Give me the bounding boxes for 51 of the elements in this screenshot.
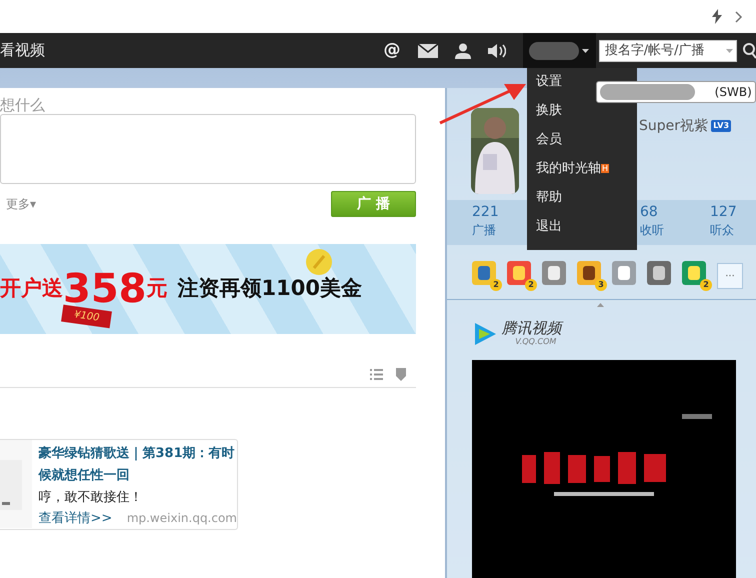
mail-icon[interactable] (418, 44, 438, 58)
menu-item[interactable]: 退出 (536, 219, 562, 234)
shield-icon[interactable] (396, 368, 406, 381)
count-badge: 2 (700, 279, 712, 291)
menu-item[interactable]: 我的时光轴 (536, 161, 601, 176)
article-summary: 哼，敢不敢接住！ (38, 489, 144, 508)
lightning-icon[interactable] (712, 9, 722, 24)
brand-domain: V.QQ.COM (514, 336, 558, 348)
article-title[interactable]: 豪华绿钻猜歌送｜第381期：有时候就想任性一回 (38, 443, 237, 488)
speaker-icon[interactable] (488, 42, 506, 58)
collapse-icon[interactable] (597, 303, 604, 307)
chevron-right-icon[interactable] (735, 10, 743, 22)
brand-name: 腾讯视频 (501, 320, 562, 336)
banner-text: 开户送 (0, 275, 63, 302)
tooltip: (SWB) (596, 81, 756, 103)
list-icon[interactable] (370, 369, 383, 380)
menu-item[interactable]: 帮助 (536, 190, 562, 205)
banner-text: 元 (146, 275, 168, 302)
coupon-tag: ¥100 (61, 304, 112, 328)
stat-label[interactable]: 收听 (640, 221, 710, 239)
search-icon[interactable] (742, 42, 756, 58)
menu-item[interactable]: 设置 (536, 74, 562, 89)
play-logo-icon (472, 321, 498, 347)
mention-icon[interactable]: @ (384, 38, 400, 64)
level-badge: LV3 (711, 120, 732, 132)
link-card[interactable]: 豪华绿钻猜歌送｜第381期：有时候就想任性一回 哼，敢不敢接住！ 查看详情>> mp.weixin.qq.com (0, 439, 238, 530)
avatar-icon (528, 42, 579, 60)
more-apps-button[interactable]: ··· (717, 263, 743, 289)
source-domain: mp.weixin.qq.com (126, 510, 237, 528)
stat-count[interactable]: 127 (710, 204, 756, 221)
account-button[interactable] (522, 33, 596, 68)
menu-item[interactable]: 换肤 (536, 103, 562, 118)
nav-link[interactable]: 看视频 (0, 39, 45, 62)
search-field[interactable]: 搜名字/帐号/广播 (598, 40, 739, 62)
count-badge: 2 (525, 279, 537, 291)
stat-label[interactable]: 听众 (710, 221, 756, 239)
person-icon[interactable] (454, 42, 470, 58)
new-badge: H (601, 164, 610, 173)
more-dropdown[interactable]: 更多▾ (0, 195, 36, 213)
coin-icon (305, 248, 333, 276)
blurred-text-icon (600, 84, 696, 100)
count-badge: 2 (490, 279, 502, 291)
banner-text: 注资再领1100美金 (178, 275, 362, 302)
stat-count[interactable]: 68 (640, 204, 710, 221)
composer-prompt: 想什么 (0, 95, 46, 114)
count-badge: 3 (595, 279, 607, 291)
caret-icon (582, 48, 590, 52)
details-link[interactable]: 查看详情>> (38, 509, 112, 529)
dropdown-caret-icon[interactable] (726, 48, 733, 52)
profile-name[interactable]: Super祝紫 (639, 116, 708, 137)
menu-item[interactable]: 会员 (536, 132, 562, 147)
